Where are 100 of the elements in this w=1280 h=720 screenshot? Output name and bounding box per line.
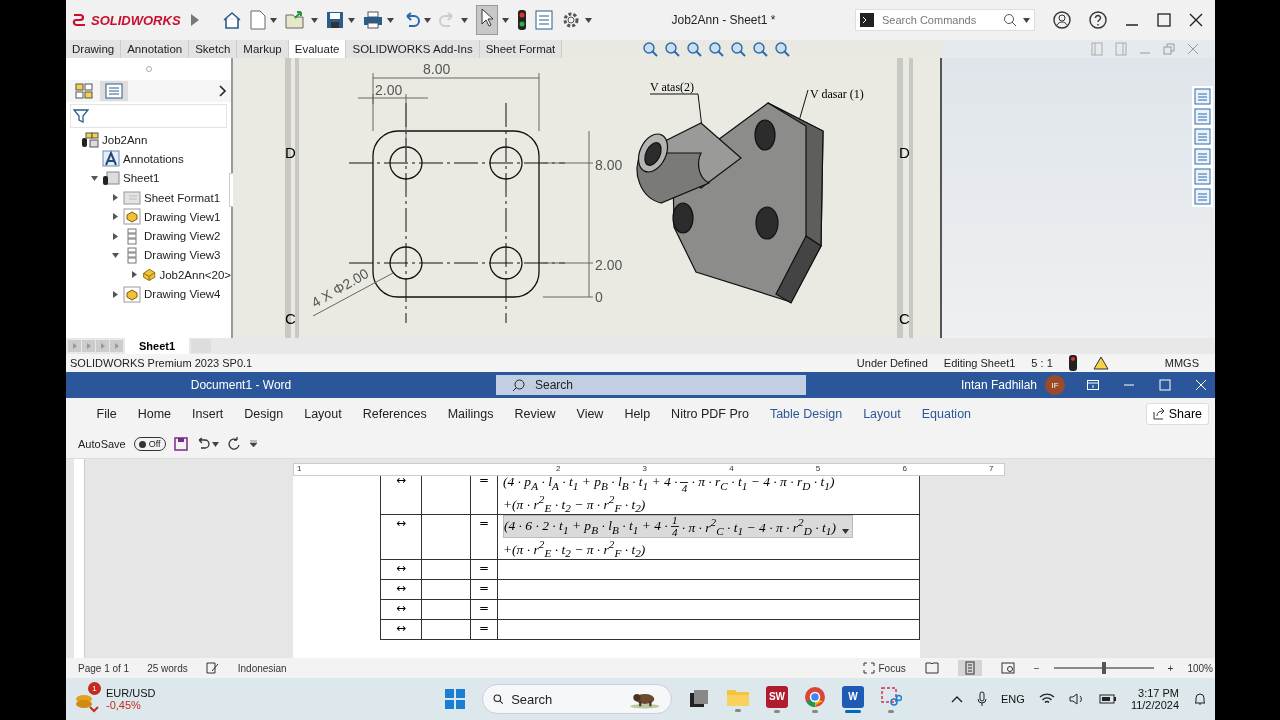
menu-tab[interactable]: References [352, 407, 438, 421]
status-text[interactable]: 25 words [147, 662, 188, 674]
menu-tab[interactable]: Mailings [437, 407, 504, 421]
zoom-out-button[interactable]: − [1033, 662, 1040, 674]
focus-button[interactable]: Focus [862, 662, 906, 674]
language-indicator[interactable]: ENG [1001, 693, 1025, 705]
avatar[interactable]: IF [1045, 375, 1065, 395]
ribbon-tab[interactable]: Markup [237, 40, 289, 58]
notification-icon[interactable] [1193, 692, 1207, 706]
tree-item[interactable]: Sheet Format1 [144, 191, 221, 204]
clock[interactable]: 3:17 PM 11/2/2024 [1130, 687, 1179, 711]
caret-icon[interactable] [424, 17, 431, 23]
menu-tab[interactable]: Equation [911, 407, 982, 421]
microphone-icon[interactable] [977, 691, 988, 707]
tree-item[interactable]: Job2Ann [102, 133, 148, 146]
tree-item[interactable]: Annotations [123, 152, 184, 165]
start-icon[interactable] [444, 688, 466, 710]
print-layout-icon[interactable] [957, 660, 982, 676]
tree-item[interactable]: Drawing View2 [144, 230, 221, 243]
tree-item[interactable]: Job2Ann<20> [159, 268, 231, 281]
filter-field[interactable] [70, 104, 227, 128]
redo-icon[interactable] [226, 437, 241, 451]
collapsed-arrow-icon[interactable] [131, 271, 139, 279]
select-button[interactable] [476, 5, 498, 35]
ribbon-tab[interactable]: Evaluate [288, 40, 347, 58]
widget-title[interactable]: EUR/USD [106, 687, 156, 699]
chevron-right-icon[interactable] [219, 85, 227, 97]
zoom-icon[interactable] [686, 41, 703, 57]
menu-tab[interactable]: View [566, 407, 614, 421]
collapsed-arrow-icon[interactable] [111, 194, 119, 202]
search-icon[interactable] [1003, 13, 1017, 27]
caret-icon[interactable] [502, 17, 509, 23]
coins-icon[interactable] [74, 695, 100, 715]
settings-icon[interactable] [561, 10, 581, 30]
caret-icon[interactable] [1023, 17, 1030, 23]
share-button[interactable]: Share [1145, 403, 1209, 425]
menu-tab[interactable]: Design [233, 407, 294, 421]
close-icon[interactable] [1189, 13, 1203, 27]
tree-item[interactable]: Drawing View1 [144, 210, 221, 223]
tree-item[interactable]: Drawing View4 [144, 288, 221, 300]
menu-tab[interactable]: Layout [293, 407, 353, 421]
speaker-icon[interactable] [1068, 692, 1085, 706]
expanded-arrow-icon[interactable] [90, 174, 98, 182]
tree-item[interactable]: Sheet1 [123, 172, 160, 185]
ribbon-tab[interactable]: Drawing [66, 40, 122, 58]
search-box[interactable]: Search Commands [855, 9, 1035, 31]
caret-icon[interactable] [387, 17, 394, 23]
caret-icon[interactable] [270, 17, 277, 23]
menu-tab[interactable]: Layout [852, 407, 912, 421]
widget-value[interactable]: -0,45% [106, 699, 156, 711]
ribbon-tab[interactable]: Annotation [121, 40, 190, 58]
maximize-icon[interactable] [1157, 13, 1171, 27]
proofing-icon[interactable] [205, 662, 220, 674]
chevron-up-icon[interactable] [951, 695, 964, 703]
menu-tab[interactable]: Review [504, 407, 566, 421]
help-icon[interactable] [1089, 11, 1107, 29]
print-icon[interactable] [363, 11, 383, 29]
wifi-icon[interactable] [1038, 693, 1055, 705]
menu-tab[interactable]: File [86, 407, 128, 421]
traffic-light-icon[interactable] [1068, 355, 1077, 371]
expanded-arrow-icon[interactable] [111, 251, 119, 259]
menu-tab[interactable]: Table Design [759, 407, 853, 421]
battery-icon[interactable] [1098, 693, 1117, 705]
caret-icon[interactable] [211, 441, 219, 447]
customize-icon[interactable] [248, 440, 258, 448]
menu-tab[interactable]: Nitro PDF Pro [660, 407, 760, 421]
search-box[interactable]: Search [482, 684, 672, 714]
equation[interactable]: +(π · r$^{2}$$_{E}$ · t$_{2}$ − π · r$^{2}$$_{F}$ · t$_{2}$) [503, 538, 646, 559]
caret-icon[interactable] [461, 17, 468, 23]
collapsed-arrow-icon[interactable] [111, 232, 119, 240]
sheet-tab[interactable]: Sheet1 [125, 338, 190, 354]
zoom-level[interactable]: 100% [1187, 662, 1213, 674]
scissors-icon[interactable] [880, 685, 902, 708]
user-name[interactable]: Intan Fadhilah [960, 378, 1037, 392]
equation[interactable]: (4 · p$_{A}$ · l$_{A}$ · t$_{1}$ + p$_{B}$ · l$_{B}$ · t$_{1}$ + 4 · 4 · π · r$_{C}$ · t$_{1}$ − 4 · π · r$_{D}$ · t$_{1}$) [503, 472, 835, 493]
language-label[interactable]: Indonesian [237, 662, 287, 674]
caret-icon[interactable] [585, 17, 592, 23]
search-field[interactable]: Search Commands [880, 13, 997, 27]
chrome-icon[interactable] [804, 685, 826, 708]
menu-tab[interactable]: Insert [181, 407, 234, 421]
ribbon-tab[interactable]: Sketch [189, 40, 238, 58]
tree-item[interactable]: Drawing View3 [144, 249, 221, 262]
zoom-in-button[interactable]: + [1167, 662, 1174, 674]
property-tab[interactable] [100, 81, 128, 101]
word-app-icon[interactable]: W [842, 685, 864, 708]
expand-icon[interactable] [190, 13, 200, 27]
equation[interactable]: +(π · r$^{2}$$_{E}$ · t$_{2}$ − π · r$^{2}$$_{F}$ · t$_{2}$) [503, 493, 646, 514]
caret-icon[interactable] [348, 17, 355, 23]
save-icon[interactable] [173, 437, 188, 451]
grip-icon[interactable] [145, 66, 152, 72]
menu-tab[interactable]: Help [613, 407, 661, 421]
search-field[interactable]: Search [533, 377, 737, 393]
units-label[interactable]: MMGS [1164, 357, 1199, 369]
collapsed-arrow-icon[interactable] [111, 290, 119, 298]
traffic-light-icon[interactable] [517, 9, 527, 31]
warning-icon[interactable] [1092, 356, 1109, 370]
save-icon[interactable] [326, 11, 344, 29]
task-view-icon[interactable] [688, 688, 710, 710]
ribbon-display-icon[interactable] [1087, 380, 1099, 390]
status-text[interactable]: Page 1 of 1 [78, 662, 130, 674]
